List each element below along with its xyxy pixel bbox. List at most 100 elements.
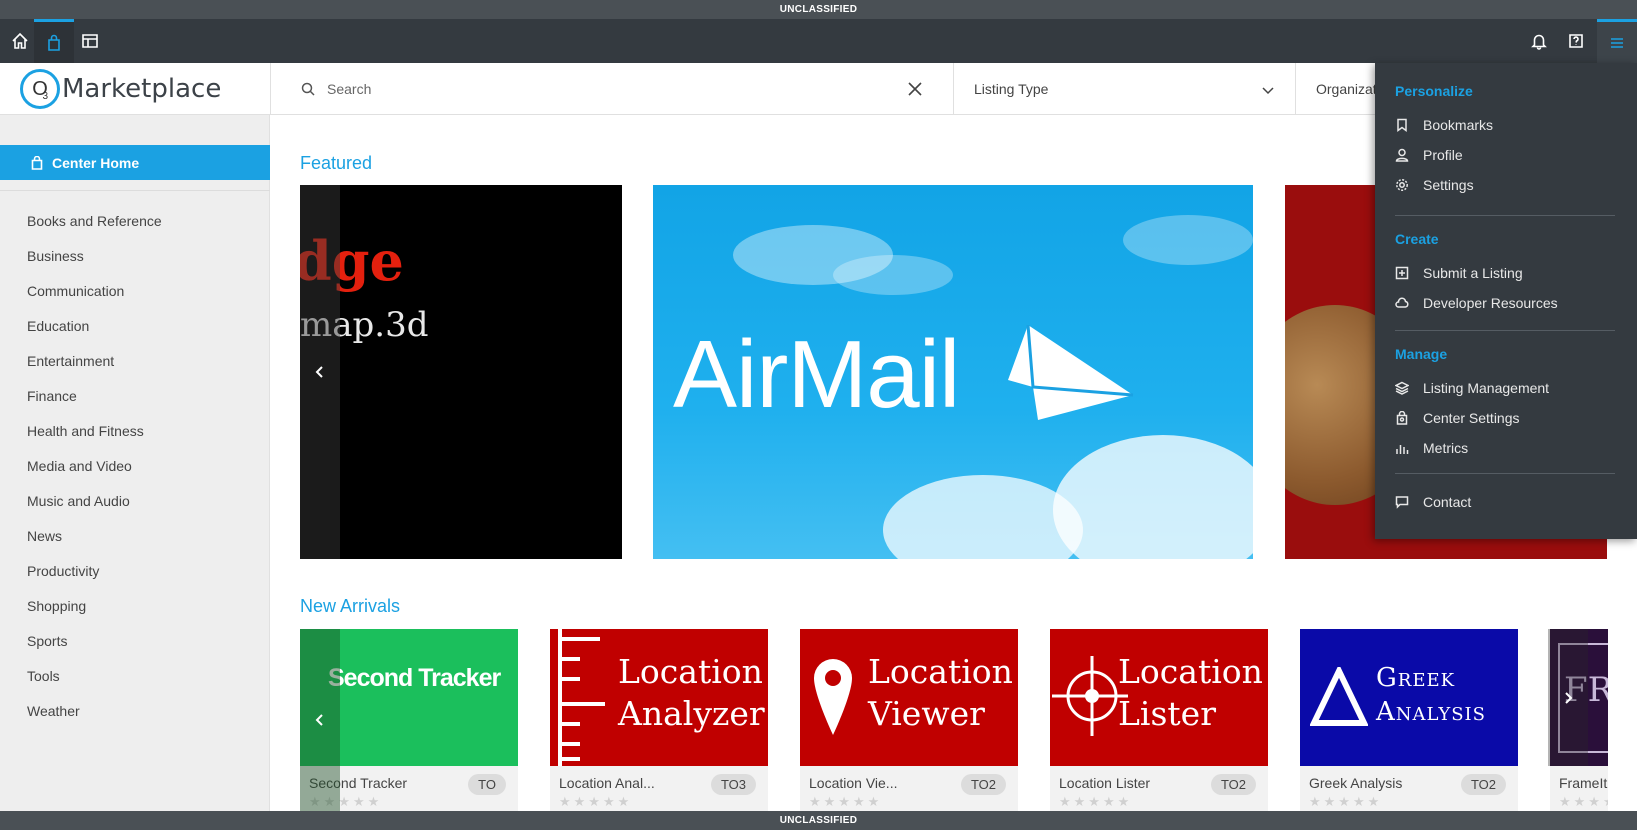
listing-badge: TO2 (960, 774, 1006, 795)
contact-menu-item[interactable]: Contact (1395, 490, 1615, 514)
bookmark-icon (1397, 118, 1407, 132)
center-button[interactable] (34, 19, 74, 63)
category-item[interactable]: Entertainment (27, 352, 162, 387)
user-menu-button[interactable] (1597, 19, 1637, 63)
help-icon (1569, 34, 1583, 48)
category-item[interactable]: Sports (27, 632, 162, 667)
center-home-link[interactable]: Center Home (0, 145, 270, 180)
listing-card-location-viewer[interactable]: Location Viewer Location Vie... TO2 ★★★★… (800, 629, 1018, 811)
webtop-button[interactable] (70, 19, 110, 63)
delta-icon (1310, 667, 1368, 726)
listing-management-label: Listing Management (1423, 380, 1550, 396)
marketplace-logo[interactable]: O 3 Marketplace (20, 69, 221, 109)
listing-type-select[interactable]: Listing Type (954, 63, 1296, 115)
category-item[interactable]: Finance (27, 387, 162, 422)
manage-heading: Manage (1395, 346, 1448, 362)
center-settings-label: Center Settings (1423, 410, 1520, 426)
listing-badge: TO2 (1460, 774, 1506, 795)
top-navbar (0, 19, 1637, 63)
banner-title-line2: Analysis (1376, 697, 1486, 727)
listing-management-menu-item[interactable]: Listing Management (1395, 376, 1615, 400)
featured-prev-button[interactable] (300, 185, 340, 559)
clear-search-icon[interactable] (905, 79, 925, 99)
featured-heading: Featured (300, 153, 373, 173)
category-item[interactable]: Communication (27, 282, 162, 317)
listing-card-greek-analysis[interactable]: Greek Analysis Greek Analysis TO2 ★★★★★ (1300, 629, 1518, 811)
search-input[interactable] (327, 81, 887, 97)
developer-resources-menu-item[interactable]: Developer Resources (1395, 291, 1615, 315)
help-button[interactable] (1556, 19, 1596, 63)
cloud-icon (1395, 297, 1409, 308)
rating-stars: ★★★★★ (1309, 794, 1383, 809)
chat-icon (1395, 496, 1409, 509)
bookmarks-menu-item[interactable]: Bookmarks (1395, 113, 1615, 137)
banner-title-line1: Location (868, 652, 1013, 691)
organization-select[interactable]: Organizat (1316, 63, 1377, 115)
category-item[interactable]: Books and Reference (27, 212, 162, 247)
developer-resources-label: Developer Resources (1423, 295, 1558, 311)
new-arrivals-prev-button[interactable] (300, 629, 340, 811)
category-list: Books and Reference Business Communicati… (27, 212, 162, 737)
submit-listing-menu-item[interactable]: Submit a Listing (1395, 261, 1615, 285)
category-item[interactable]: Health and Fitness (27, 422, 162, 457)
listing-banner: Location Analyzer (550, 629, 768, 766)
new-arrivals-heading: New Arrivals (300, 596, 401, 616)
classification-banner-bottom: UNCLASSIFIED (0, 811, 1637, 830)
category-item[interactable]: News (27, 527, 162, 562)
new-arrivals-next-button[interactable] (1548, 629, 1588, 766)
search-bar (270, 63, 954, 115)
settings-menu-item[interactable]: Settings (1395, 173, 1615, 197)
category-item[interactable]: Education (27, 317, 162, 352)
airmail-title: AirMail (673, 321, 960, 428)
search-icon (301, 82, 315, 96)
category-sidebar: Center Home Books and Reference Business… (0, 115, 270, 811)
category-item[interactable]: Tools (27, 667, 162, 702)
cloud-shape (1123, 215, 1253, 265)
paper-plane-icon (1008, 325, 1134, 420)
rating-stars: ★★★★★ (809, 794, 883, 809)
chevron-down-icon (1262, 87, 1274, 95)
listing-badge: TO2 (1210, 774, 1256, 795)
category-item[interactable]: Productivity (27, 562, 162, 597)
create-heading: Create (1395, 231, 1439, 247)
user-icon (1395, 148, 1409, 162)
organization-label: Organizat (1316, 81, 1377, 97)
gear-icon (1396, 179, 1408, 191)
menu-divider (1395, 215, 1615, 216)
menu-divider (1395, 473, 1615, 474)
profile-menu-item[interactable]: Profile (1395, 143, 1615, 167)
center-settings-menu-item[interactable]: Center Settings (1395, 406, 1615, 430)
category-item[interactable]: Media and Video (27, 457, 162, 492)
submit-listing-label: Submit a Listing (1423, 265, 1523, 281)
bookmarks-label: Bookmarks (1423, 117, 1494, 133)
layers-icon (1395, 381, 1409, 395)
sidebar-divider (0, 190, 270, 191)
featured-tile-airmail[interactable]: AirMail (653, 185, 1253, 559)
menu-icon (1611, 37, 1623, 48)
listing-banner: Location Viewer (800, 629, 1018, 766)
featured-tile-map3d[interactable]: dge map.3d (300, 185, 622, 559)
chevron-left-icon (315, 366, 323, 378)
menu-divider (1395, 330, 1615, 331)
category-item[interactable]: Business (27, 247, 162, 282)
metrics-menu-item[interactable]: Metrics (1395, 436, 1615, 460)
category-item[interactable]: Music and Audio (27, 492, 162, 527)
classification-banner-top: UNCLASSIFIED (0, 0, 1637, 19)
center-home-label: Center Home (52, 154, 140, 171)
chevron-left-icon (315, 714, 323, 726)
category-item[interactable]: Weather (27, 702, 162, 737)
notifications-button[interactable] (1519, 19, 1559, 63)
banner-title: Second Tracker (328, 664, 501, 692)
listing-card-location-analyzer[interactable]: Location Analyzer Location Anal... TO3 ★… (550, 629, 768, 811)
listing-banner: Location Lister (1050, 629, 1268, 766)
cloud-shape (1053, 435, 1253, 559)
listing-name: Location Vie... (809, 775, 898, 791)
category-item[interactable]: Shopping (27, 597, 162, 632)
user-menu-dropdown: Personalize Bookmarks Profile Settings C… (1375, 63, 1637, 539)
logo-subscript: 3 (42, 91, 48, 102)
rating-stars: ★★★★★ (559, 794, 633, 809)
banner-title-line1: Location (1118, 652, 1263, 691)
personalize-heading: Personalize (1395, 83, 1473, 99)
listing-type-label: Listing Type (974, 81, 1049, 97)
listing-card-location-lister[interactable]: Location Lister Location Lister TO2 ★★★★… (1050, 629, 1268, 811)
